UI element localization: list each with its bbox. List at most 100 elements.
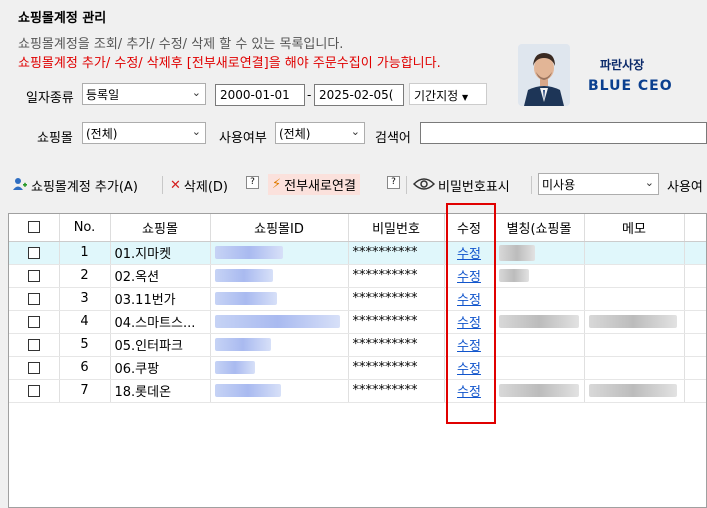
help-icon[interactable]: ? [387, 176, 400, 189]
row-checkbox[interactable] [27, 384, 40, 397]
use-status-label: 사용여부 [219, 131, 267, 146]
delete-x-icon: ✕ [170, 178, 181, 193]
table-row[interactable]: 4 04.스마트스... ********** 수정 [9, 310, 706, 334]
add-account-button[interactable]: 쇼핑몰계정 추가(A) [12, 176, 138, 195]
table-row[interactable]: 7 18.롯데온 ********** 수정 [9, 379, 706, 403]
add-account-label: 쇼핑몰계정 추가(A) [31, 180, 138, 195]
chevron-down-icon: ⌄ [191, 86, 201, 99]
date-type-select[interactable]: 등록일 ⌄ [82, 83, 206, 105]
search-label: 검색어 [375, 131, 411, 146]
account-table: No. 쇼핑몰 쇼핑몰ID 비밀번호 수정 별칭(쇼핑몰 메모 1 01.지마켓… [8, 213, 707, 508]
row-checkbox[interactable] [27, 315, 40, 328]
row-mall: 02.옥션 [110, 264, 211, 288]
delete-button[interactable]: ✕ 삭제(D) [170, 176, 228, 195]
header-mall-id[interactable]: 쇼핑몰ID [210, 214, 349, 242]
row-password: ********** [348, 241, 445, 265]
header-password[interactable]: 비밀번호 [348, 214, 445, 242]
row-checkbox[interactable] [27, 361, 40, 374]
unused-filter-select[interactable]: 미사용 ⌄ [538, 173, 659, 195]
use-status-cut-label: 사용여 [667, 180, 703, 195]
chevron-down-icon: ⌄ [191, 125, 201, 138]
row-checkbox[interactable] [27, 269, 40, 282]
page-title: 쇼핑몰계정 관리 [18, 11, 107, 26]
header-memo[interactable]: 메모 [584, 214, 685, 242]
table-row[interactable]: 5 05.인터파크 ********** 수정 [9, 333, 706, 357]
row-checkbox[interactable] [27, 292, 40, 305]
use-status-select[interactable]: (전체) ⌄ [275, 122, 365, 144]
masked-mall-id [214, 269, 273, 282]
header-select-all[interactable] [9, 214, 60, 242]
warning-text: 쇼핑몰계정 추가/ 수정/ 삭제후 [전부새로연결]을 해야 주문수집이 가능합… [18, 56, 441, 71]
row-password: ********** [348, 287, 445, 311]
help-icon[interactable]: ? [246, 176, 259, 189]
show-password-toggle[interactable]: 비밀번호표시 [412, 176, 510, 195]
masked-alias [498, 315, 579, 328]
row-no: 4 [59, 310, 111, 334]
row-mall: 04.스마트스... [110, 310, 211, 334]
chevron-down-icon: ⌄ [644, 176, 654, 189]
row-password: ********** [348, 310, 445, 334]
triangle-down-icon: ▼ [462, 93, 469, 102]
row-mall: 18.롯데온 [110, 379, 211, 403]
search-input[interactable] [420, 122, 707, 144]
lightning-icon: ⚡ [272, 177, 282, 192]
table-row[interactable]: 2 02.옥션 ********** 수정 [9, 264, 706, 288]
table-row[interactable]: 6 06.쿠팡 ********** 수정 [9, 356, 706, 380]
table-row[interactable]: 1 01.지마켓 ********** 수정 [9, 241, 706, 265]
row-checkbox[interactable] [27, 338, 40, 351]
header-no[interactable]: No. [59, 214, 111, 242]
masked-mall-id [214, 384, 281, 397]
ceo-avatar-logo [518, 44, 570, 106]
edit-column-highlight [446, 203, 496, 424]
row-no: 2 [59, 264, 111, 288]
mall-select-value: (전체) [86, 127, 118, 141]
header-mall[interactable]: 쇼핑몰 [110, 214, 211, 242]
row-no: 7 [59, 379, 111, 403]
row-checkbox[interactable] [27, 246, 40, 259]
masked-memo [588, 384, 677, 397]
row-no: 3 [59, 287, 111, 311]
show-password-label: 비밀번호표시 [438, 180, 510, 195]
header-alias[interactable]: 별칭(쇼핑몰 [494, 214, 585, 242]
add-user-icon [12, 177, 28, 195]
table-header-row: No. 쇼핑몰 쇼핑몰ID 비밀번호 수정 별칭(쇼핑몰 메모 [9, 214, 706, 242]
masked-mall-id [214, 315, 340, 328]
masked-mall-id [214, 246, 283, 259]
row-mall: 01.지마켓 [110, 241, 211, 265]
row-mall: 06.쿠팡 [110, 356, 211, 380]
date-type-label: 일자종류 [26, 91, 74, 106]
mall-select[interactable]: (전체) ⌄ [82, 122, 206, 144]
date-from-input[interactable]: 2000-01-01 [215, 84, 305, 106]
row-password: ********** [348, 356, 445, 380]
use-status-value: (전체) [279, 127, 311, 141]
masked-alias [498, 384, 579, 397]
date-type-value: 등록일 [86, 88, 120, 102]
row-mall: 05.인터파크 [110, 333, 211, 357]
masked-memo [588, 315, 677, 328]
date-to-input[interactable]: 2025-02-05( [314, 84, 404, 106]
masked-mall-id [214, 361, 255, 374]
row-password: ********** [348, 379, 445, 403]
table-row[interactable]: 3 03.11번가 ********** 수정 [9, 287, 706, 311]
logo-korean-text: 파란사장 [600, 58, 645, 72]
masked-mall-id [214, 338, 271, 351]
date-range-separator: - [307, 88, 312, 102]
row-no: 6 [59, 356, 111, 380]
row-password: ********** [348, 264, 445, 288]
row-no: 1 [59, 241, 111, 265]
row-no: 5 [59, 333, 111, 357]
delete-label: 삭제(D) [183, 180, 228, 195]
mall-label: 쇼핑몰 [37, 131, 73, 146]
period-select-button[interactable]: 기간지정 ▼ [409, 83, 487, 105]
masked-mall-id [214, 292, 277, 305]
masked-alias [498, 269, 529, 282]
reconnect-all-label: 전부새로연결 [284, 179, 356, 194]
row-password: ********** [348, 333, 445, 357]
reconnect-all-button[interactable]: ⚡ 전부새로연결 [268, 174, 360, 195]
checkbox[interactable] [27, 221, 40, 234]
logo-english-text: BLUE CEO [588, 78, 673, 94]
unused-select-value: 미사용 [542, 178, 576, 192]
chevron-down-icon: ⌄ [350, 125, 360, 138]
eye-icon [412, 177, 436, 195]
period-button-label: 기간지정 [414, 89, 459, 103]
